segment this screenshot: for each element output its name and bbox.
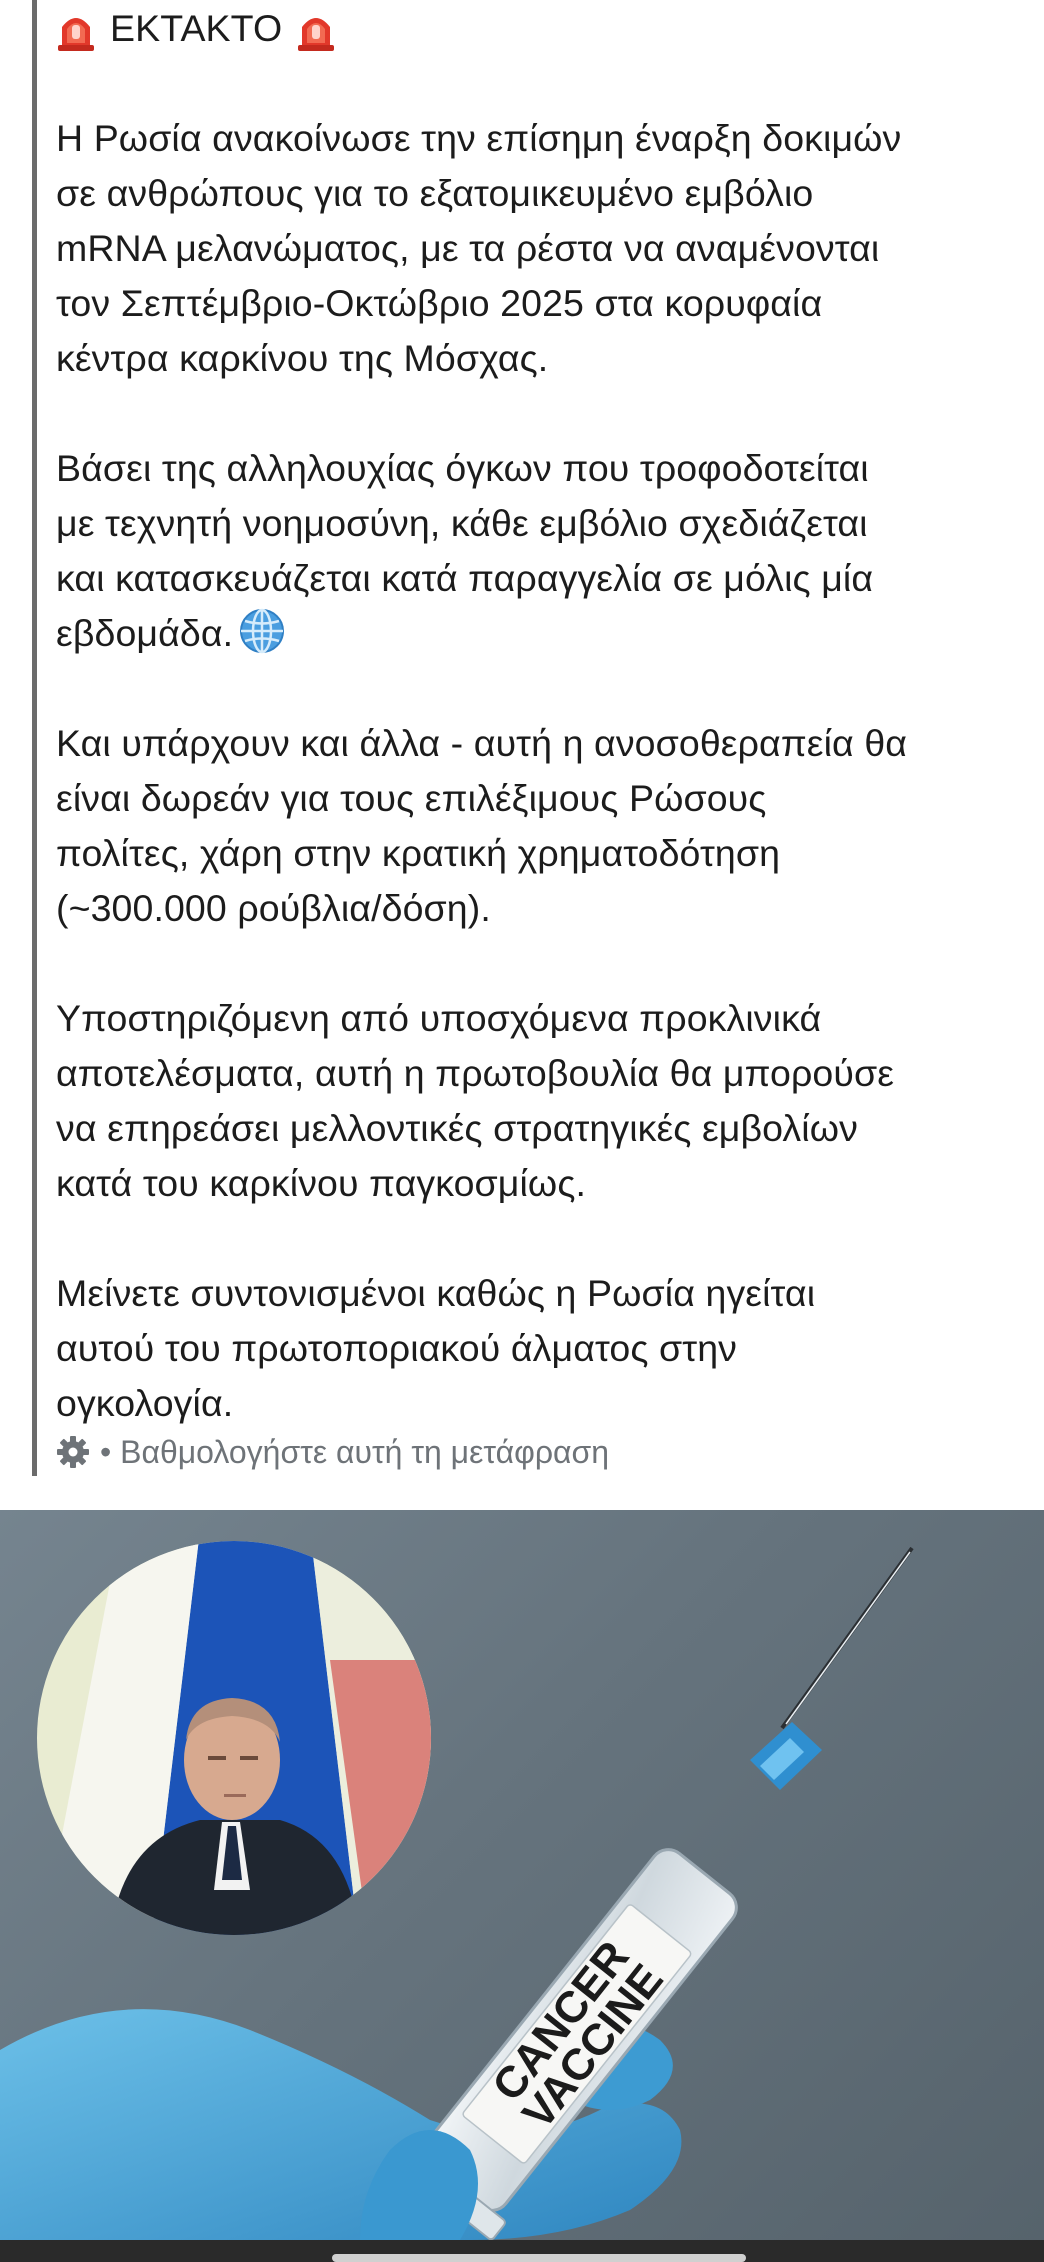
paragraph-2: Βάσει της αλληλουχίας όγκων που τροφοδοτ… bbox=[56, 441, 1016, 661]
text-line: Υποστηριζόμενη από υποσχόμενα προκλινικά bbox=[56, 997, 822, 1039]
text-line: Βάσει της αλληλουχίας όγκων που τροφοδοτ… bbox=[56, 447, 869, 489]
headline: ΕΚΤΑΚΤΟ bbox=[56, 1, 1016, 56]
text-line: τον Σεπτέμβριο-Οκτώβριο 2025 στα κορυφαί… bbox=[56, 282, 823, 324]
vaccine-illustration: CANCER VACCINE bbox=[0, 1541, 914, 2240]
text-line: πολίτες, χάρη στην κρατική χρηματοδότηση bbox=[56, 832, 781, 874]
rate-translation-link[interactable]: • Βαθμολογήστε αυτή τη μετάφραση bbox=[100, 1434, 609, 1471]
siren-icon bbox=[58, 17, 94, 51]
headline-text: ΕΚΤΑΚΤΟ bbox=[110, 7, 283, 49]
needle-hub bbox=[750, 1722, 822, 1790]
quote-bar bbox=[32, 0, 37, 1476]
text-line: αποτελέσματα, αυτή η πρωτοβουλία θα μπορ… bbox=[56, 1052, 895, 1094]
text-line: Και υπάρχουν και άλλα - αυτή η ανοσοθερα… bbox=[56, 722, 908, 764]
globe-icon bbox=[240, 608, 285, 654]
text-line: να επηρεάσει μελλοντικές στρατηγικές εμβ… bbox=[56, 1107, 858, 1149]
paragraph-5: Μείνετε συντονισμένοι καθώς η Ρωσία ηγεί… bbox=[56, 1266, 1016, 1431]
siren-icon bbox=[298, 17, 335, 51]
text-line: (~300.000 ρούβλια/δόση). bbox=[56, 887, 491, 929]
rate-translation[interactable]: • Βαθμολογήστε αυτή τη μετάφραση bbox=[56, 1432, 609, 1472]
post-image[interactable]: CANCER VACCINE bbox=[0, 1510, 1044, 2240]
text-line: κέντρα καρκίνου της Μόσχας. bbox=[56, 337, 549, 379]
paragraph-4: Υποστηριζόμενη από υποσχόμενα προκλινικά… bbox=[56, 991, 1016, 1211]
text-line: σε ανθρώπους για το εξατομικευμένο εμβόλ… bbox=[56, 172, 814, 214]
text-line: και κατασκευάζεται κατά παραγγελία σε μό… bbox=[56, 557, 874, 599]
text-line: κατά του καρκίνου παγκοσμίως. bbox=[56, 1162, 587, 1204]
text-line: είναι δωρεάν για τους επιλέξιμους Ρώσους bbox=[56, 777, 767, 819]
text-line-content: εβδομάδα. bbox=[56, 612, 234, 654]
home-indicator[interactable] bbox=[332, 2254, 746, 2262]
text-line: mRNA μελανώματος, με τα ρέστα να αναμένο… bbox=[56, 227, 880, 269]
text-line: αυτού του πρωτοποριακού άλματος στην bbox=[56, 1327, 737, 1369]
paragraph-1: Η Ρωσία ανακοίνωσε την επίσημη έναρξη δο… bbox=[56, 111, 1016, 386]
gear-icon[interactable] bbox=[56, 1435, 90, 1469]
text-line: εβδομάδα. bbox=[56, 606, 1016, 661]
post-text: ΕΚΤΑΚΤΟ Η Ρωσία ανακοίνωσε την επίσημη έ… bbox=[56, 0, 1016, 1431]
text-line: ογκολογία. bbox=[56, 1382, 234, 1424]
text-line: Μείνετε συντονισμένοι καθώς η Ρωσία ηγεί… bbox=[56, 1272, 816, 1314]
text-line: Η Ρωσία ανακοίνωσε την επίσημη έναρξη δο… bbox=[56, 117, 902, 159]
portrait-photo bbox=[37, 1541, 431, 1935]
paragraph-3: Και υπάρχουν και άλλα - αυτή η ανοσοθερα… bbox=[56, 716, 1016, 936]
text-line: με τεχνητή νοημοσύνη, κάθε εμβόλιο σχεδι… bbox=[56, 502, 868, 544]
